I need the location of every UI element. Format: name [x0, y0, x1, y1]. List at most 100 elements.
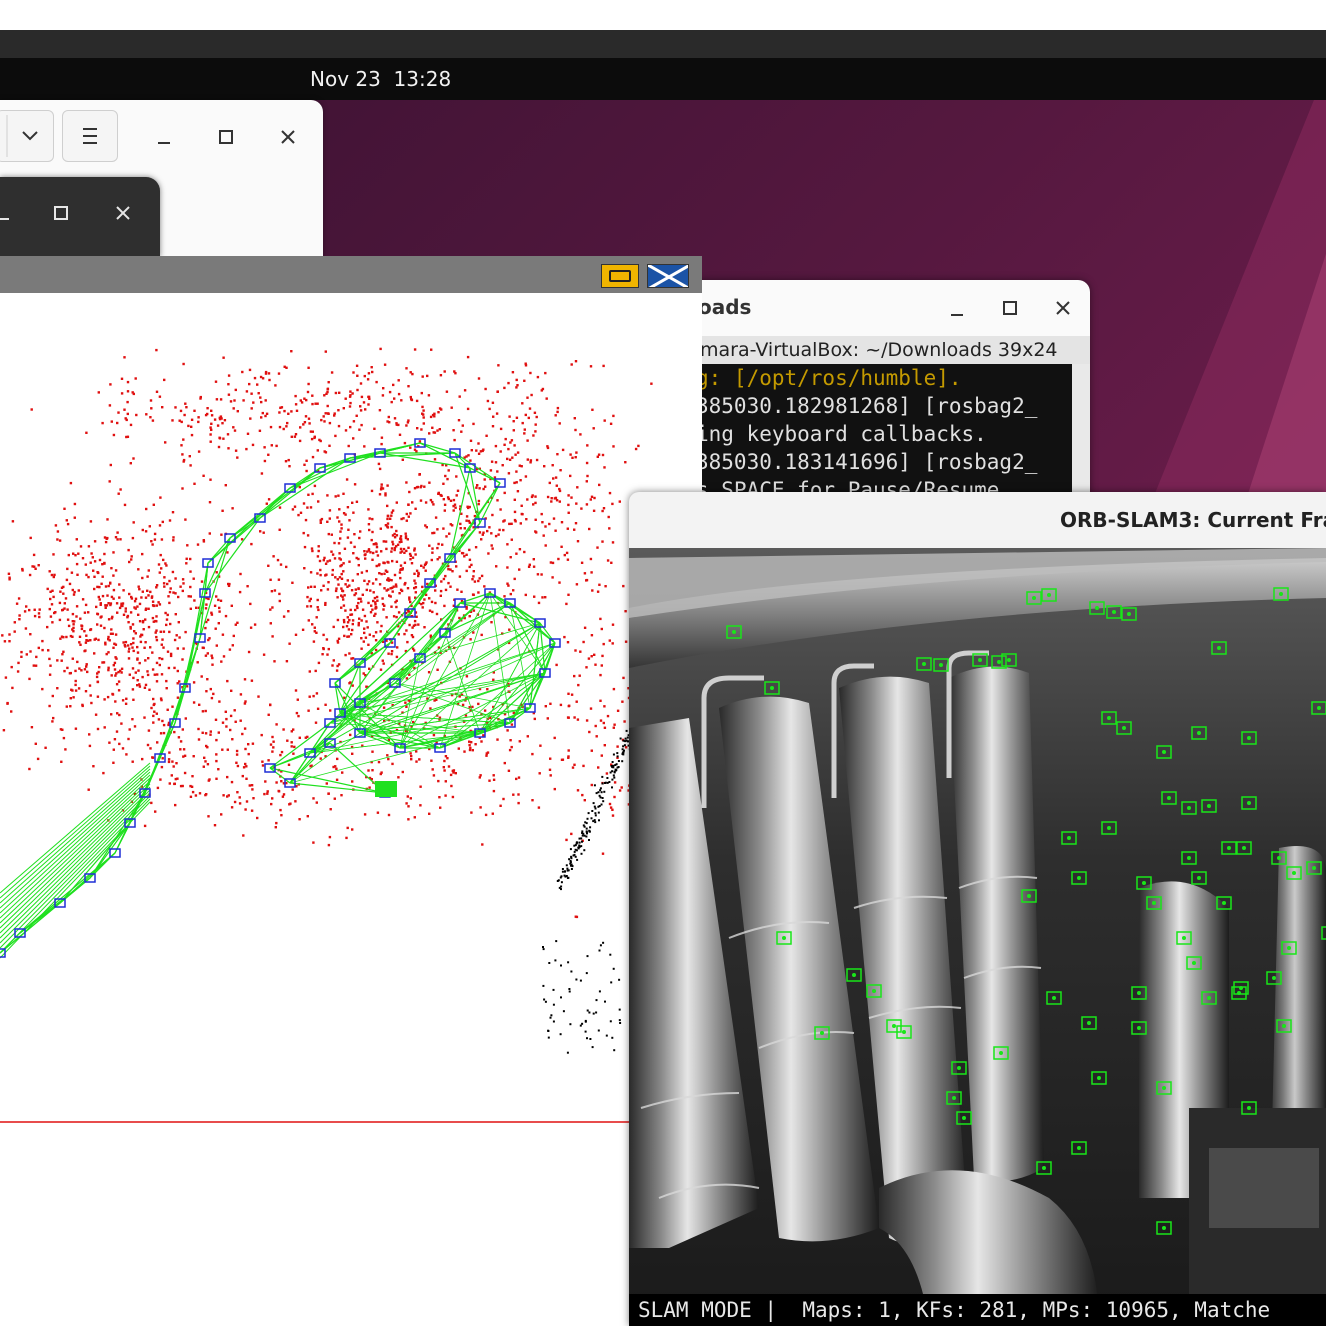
- map-point: [184, 402, 187, 405]
- map-point: [292, 728, 295, 731]
- map-point: [209, 730, 212, 733]
- map-point: [413, 487, 417, 490]
- map-point: [111, 615, 114, 619]
- map-point: [418, 473, 421, 476]
- map-point: [427, 671, 431, 674]
- map-viewer-minimize-button[interactable]: [601, 264, 639, 288]
- map-point: [130, 558, 133, 561]
- map-point: [98, 666, 101, 669]
- reference-point: [586, 817, 589, 820]
- map-point: [136, 605, 139, 608]
- map-point: [378, 572, 381, 575]
- map-point: [495, 412, 499, 415]
- terminal-tab[interactable]: mara-VirtualBox: ~/Downloads 39x24: [690, 336, 1090, 364]
- clock[interactable]: Nov 23 13:28: [310, 67, 451, 91]
- map-point: [131, 536, 135, 540]
- map-point: [470, 449, 473, 452]
- map-point: [153, 673, 156, 676]
- maximize-icon[interactable]: [48, 200, 74, 226]
- map-point: [115, 672, 118, 675]
- map-point: [598, 483, 601, 487]
- map-point: [115, 657, 118, 660]
- map-point: [352, 420, 356, 423]
- map-point: [488, 779, 491, 782]
- map-point: [456, 588, 459, 591]
- map-point: [315, 616, 318, 619]
- map-point: [327, 843, 331, 847]
- minimize-icon[interactable]: [944, 296, 970, 322]
- map-point: [343, 547, 347, 550]
- maximize-icon[interactable]: [213, 124, 239, 150]
- main-menu-button[interactable]: [62, 110, 118, 162]
- terminal-scrollbar[interactable]: [1072, 364, 1090, 510]
- map-point: [360, 600, 363, 603]
- view-dropdown-button[interactable]: [0, 110, 54, 162]
- map-point: [308, 599, 311, 603]
- map-point: [546, 717, 549, 720]
- map-point: [557, 557, 560, 561]
- map-point: [122, 613, 126, 616]
- map-point: [74, 679, 77, 683]
- map-point: [128, 728, 131, 731]
- map-point: [371, 530, 374, 534]
- map-point: [458, 575, 462, 578]
- map-point: [443, 769, 446, 772]
- close-icon[interactable]: [110, 200, 136, 226]
- map-point: [290, 410, 293, 413]
- orbslam-frame-window[interactable]: ORB-SLAM3: Current Fra SLAM MODE | Maps:…: [629, 492, 1326, 1326]
- map-point: [534, 501, 537, 505]
- terminal-window[interactable]: oads mara-VirtualBox: ~/Downloads 39x24 …: [690, 280, 1090, 510]
- map-point: [337, 409, 340, 412]
- map-point: [432, 774, 436, 777]
- map-point: [274, 384, 277, 387]
- map-point: [160, 673, 164, 676]
- map-point: [340, 527, 343, 530]
- map-point: [112, 551, 115, 554]
- dark-window[interactable]: [0, 177, 160, 257]
- map-viewer-titlebar[interactable]: [0, 256, 702, 293]
- map-point: [215, 595, 218, 598]
- map-point: [249, 417, 252, 420]
- map-point: [504, 437, 507, 441]
- map-point: [121, 699, 125, 702]
- map-point: [372, 635, 375, 638]
- maximize-icon[interactable]: [997, 295, 1023, 321]
- map-viewer-window[interactable]: [0, 256, 702, 1326]
- map-point: [181, 589, 184, 593]
- close-icon[interactable]: [275, 124, 301, 150]
- map-point: [341, 589, 345, 593]
- map-point: [524, 593, 527, 597]
- minimize-icon[interactable]: [0, 200, 16, 226]
- map-point: [374, 631, 378, 634]
- map-point: [466, 407, 470, 411]
- map-point: [124, 645, 127, 648]
- reference-point: [585, 827, 588, 830]
- map-point: [95, 675, 99, 679]
- feature-point: [1007, 658, 1011, 662]
- terminal-output[interactable]: g: [/opt/ros/humble]. 385030.182981268] […: [690, 364, 1072, 510]
- minimize-icon[interactable]: [151, 124, 177, 150]
- map-point: [253, 623, 257, 626]
- map-point: [348, 560, 351, 563]
- map-point: [472, 570, 475, 573]
- map-point: [592, 509, 596, 512]
- map-point: [405, 512, 408, 516]
- map-viewer-close-button[interactable]: [647, 264, 689, 288]
- map-point: [395, 560, 399, 563]
- map-point: [184, 518, 187, 521]
- map-point: [63, 507, 66, 510]
- close-icon[interactable]: [1050, 295, 1076, 321]
- map-point: [463, 555, 466, 558]
- map-point: [128, 560, 131, 564]
- map-point: [306, 390, 310, 394]
- map-canvas[interactable]: [0, 293, 702, 1326]
- map-point: [570, 496, 573, 499]
- map-point: [446, 496, 450, 499]
- map-point: [37, 646, 40, 650]
- map-point: [344, 397, 347, 400]
- map-point: [18, 618, 21, 621]
- map-point: [241, 774, 244, 778]
- map-point: [112, 748, 115, 751]
- map-point: [25, 605, 28, 608]
- map-point: [114, 569, 118, 572]
